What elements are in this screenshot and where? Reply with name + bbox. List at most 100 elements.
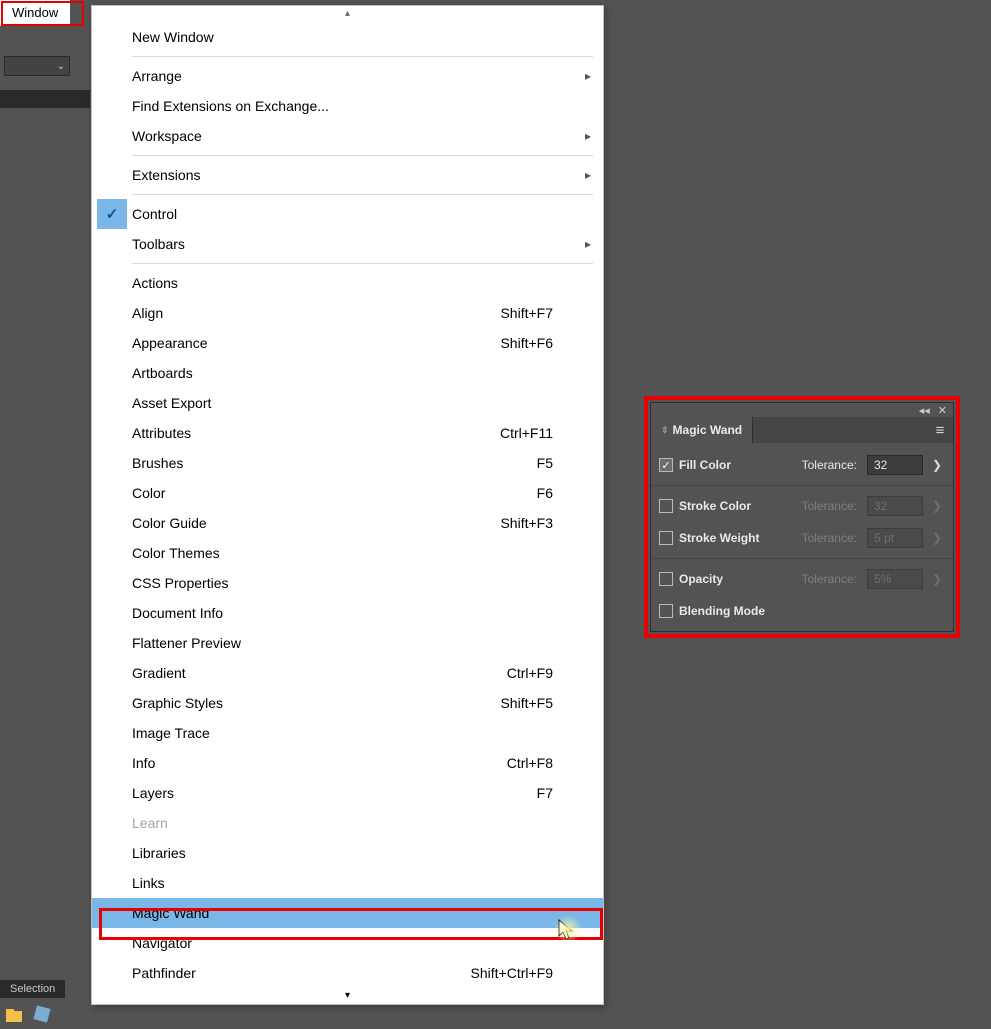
menu-item-new-window[interactable]: New Window xyxy=(92,22,603,52)
menu-item-label: Workspace xyxy=(132,128,453,144)
menu-item-actions[interactable]: Actions xyxy=(92,268,603,298)
menu-item-label: Arrange xyxy=(132,68,453,84)
menu-scroll-down[interactable]: ▾ xyxy=(92,988,603,1004)
menu-item-label: New Window xyxy=(132,29,453,45)
menu-item-label: Extensions xyxy=(132,167,453,183)
menu-separator xyxy=(132,263,593,264)
menu-item-graphic-styles[interactable]: Graphic StylesShift+F5 xyxy=(92,688,603,718)
menu-item-shortcut: Ctrl+F8 xyxy=(453,755,573,771)
submenu-arrow-icon: ▸ xyxy=(573,168,603,182)
menu-item-label: Flattener Preview xyxy=(132,635,453,651)
menu-item-info[interactable]: InfoCtrl+F8 xyxy=(92,748,603,778)
menu-item-learn: Learn xyxy=(92,808,603,838)
menu-item-label: Libraries xyxy=(132,845,453,861)
menu-separator xyxy=(132,194,593,195)
label-fill-color: Fill Color xyxy=(679,458,796,472)
taskbar-icon-app[interactable] xyxy=(32,1004,52,1024)
menu-item-color-themes[interactable]: Color Themes xyxy=(92,538,603,568)
toolbar-swatch[interactable]: ⌄ xyxy=(4,56,70,76)
chevron-right-icon: ❯ xyxy=(929,572,945,586)
menu-item-find-extensions-on-exchange[interactable]: Find Extensions on Exchange... xyxy=(92,91,603,121)
submenu-arrow-icon: ▸ xyxy=(573,69,603,83)
menu-separator xyxy=(132,56,593,57)
label-blending-mode: Blending Mode xyxy=(679,604,945,618)
taskbar-icons xyxy=(0,998,52,1024)
menu-item-label: Align xyxy=(132,305,453,321)
menu-item-control[interactable]: ✓Control xyxy=(92,199,603,229)
menu-item-label: Appearance xyxy=(132,335,453,351)
menu-item-label: Info xyxy=(132,755,453,771)
menu-item-css-properties[interactable]: CSS Properties xyxy=(92,568,603,598)
menu-item-pathfinder[interactable]: PathfinderShift+Ctrl+F9 xyxy=(92,958,603,988)
taskbar-icon-folder[interactable] xyxy=(4,1004,24,1024)
menu-item-shortcut: Ctrl+F11 xyxy=(453,425,573,441)
tolerance-input-fill[interactable]: 32 xyxy=(867,455,923,475)
chevron-down-icon: ⌄ xyxy=(57,61,65,72)
checkbox-stroke-weight[interactable] xyxy=(659,531,673,545)
toolbar-strip xyxy=(0,90,90,108)
submenu-arrow-icon: ▸ xyxy=(573,129,603,143)
menu-item-flattener-preview[interactable]: Flattener Preview xyxy=(92,628,603,658)
menu-item-brushes[interactable]: BrushesF5 xyxy=(92,448,603,478)
menu-item-asset-export[interactable]: Asset Export xyxy=(92,388,603,418)
panel-row-stroke-weight: Stroke Weight Tolerance: 5 pt ❯ xyxy=(651,522,953,554)
menu-item-color-guide[interactable]: Color GuideShift+F3 xyxy=(92,508,603,538)
panel-topbar: ◂◂ ✕ xyxy=(651,403,953,417)
checkbox-stroke-color[interactable] xyxy=(659,499,673,513)
menu-item-shortcut: Shift+F6 xyxy=(453,335,573,351)
checkbox-blending-mode[interactable] xyxy=(659,604,673,618)
menu-item-magic-wand[interactable]: Magic Wand xyxy=(92,898,603,928)
menu-item-attributes[interactable]: AttributesCtrl+F11 xyxy=(92,418,603,448)
selection-tab[interactable]: Selection xyxy=(0,980,65,998)
tolerance-input-weight: 5 pt xyxy=(867,528,923,548)
menu-item-navigator[interactable]: Navigator xyxy=(92,928,603,958)
menu-item-shortcut: Ctrl+F9 xyxy=(453,665,573,681)
menu-item-appearance[interactable]: AppearanceShift+F6 xyxy=(92,328,603,358)
chevron-right-icon[interactable]: ❯ xyxy=(929,458,945,472)
menu-item-layers[interactable]: LayersF7 xyxy=(92,778,603,808)
tolerance-label: Tolerance: xyxy=(802,499,861,513)
menu-item-color[interactable]: ColorF6 xyxy=(92,478,603,508)
menu-item-links[interactable]: Links xyxy=(92,868,603,898)
menu-item-artboards[interactable]: Artboards xyxy=(92,358,603,388)
menu-item-image-trace[interactable]: Image Trace xyxy=(92,718,603,748)
menu-item-label: Color xyxy=(132,485,453,501)
label-stroke-weight: Stroke Weight xyxy=(679,531,796,545)
panel-menu-button[interactable]: ≡ xyxy=(927,417,953,443)
menu-item-label: Brushes xyxy=(132,455,453,471)
checkbox-fill-color[interactable]: ✓ xyxy=(659,458,673,472)
menu-item-gradient[interactable]: GradientCtrl+F9 xyxy=(92,658,603,688)
tolerance-label: Tolerance: xyxy=(802,572,861,586)
close-icon[interactable]: ✕ xyxy=(938,404,947,417)
menu-item-extensions[interactable]: Extensions ▸ xyxy=(92,160,603,190)
menu-item-shortcut: Shift+F7 xyxy=(453,305,573,321)
panel-row-fill-color: ✓ Fill Color Tolerance: 32 ❯ xyxy=(651,449,953,481)
label-stroke-color: Stroke Color xyxy=(679,499,796,513)
menu-item-shortcut: F6 xyxy=(453,485,573,501)
menu-item-libraries[interactable]: Libraries xyxy=(92,838,603,868)
menu-item-document-info[interactable]: Document Info xyxy=(92,598,603,628)
menu-separator xyxy=(132,155,593,156)
checkbox-opacity[interactable] xyxy=(659,572,673,586)
drag-icon: ⇕ xyxy=(661,425,669,436)
menu-item-workspace[interactable]: Workspace ▸ xyxy=(92,121,603,151)
menu-item-label: Image Trace xyxy=(132,725,453,741)
menu-item-label: Toolbars xyxy=(132,236,453,252)
menu-item-label: Asset Export xyxy=(132,395,453,411)
tolerance-label: Tolerance: xyxy=(802,531,861,545)
tolerance-label: Tolerance: xyxy=(802,458,861,472)
menubar-window[interactable]: Window xyxy=(0,0,70,26)
panel-row-opacity: Opacity Tolerance: 5% ❯ xyxy=(651,563,953,595)
chevron-right-icon: ❯ xyxy=(929,499,945,513)
panel-collapse-icon[interactable]: ◂◂ xyxy=(919,404,930,417)
menu-item-label: Magic Wand xyxy=(132,905,453,921)
menu-item-toolbars[interactable]: Toolbars▸ xyxy=(92,229,603,259)
menu-item-label: Find Extensions on Exchange... xyxy=(132,98,453,114)
panel-tab-magic-wand[interactable]: ⇕ Magic Wand xyxy=(651,417,753,443)
tolerance-input-opacity: 5% xyxy=(867,569,923,589)
menu-item-align[interactable]: AlignShift+F7 xyxy=(92,298,603,328)
menu-item-label: Color Themes xyxy=(132,545,453,561)
menu-item-shortcut: Shift+F3 xyxy=(453,515,573,531)
menu-scroll-up[interactable]: ▴ xyxy=(92,6,603,22)
menu-item-arrange[interactable]: Arrange ▸ xyxy=(92,61,603,91)
